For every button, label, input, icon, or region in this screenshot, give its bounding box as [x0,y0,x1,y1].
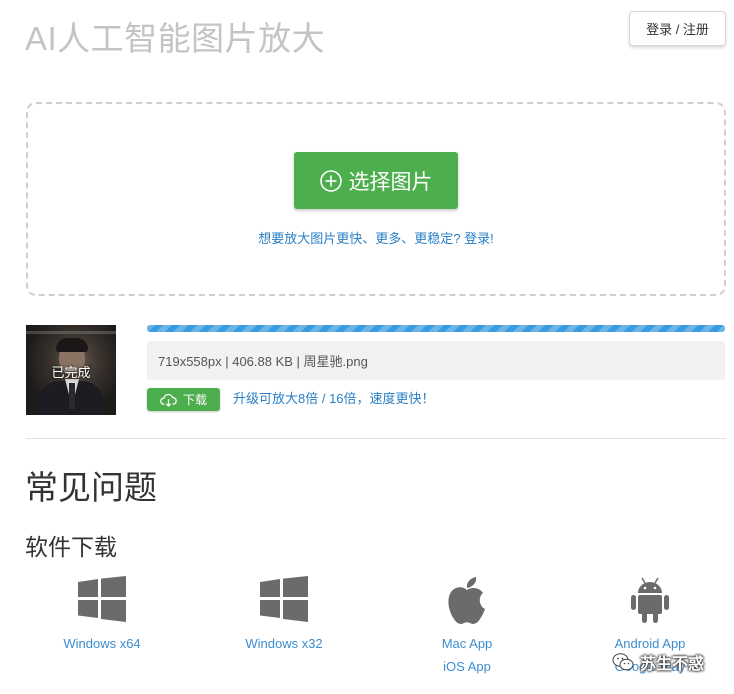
software-download-title: 软件下载 [25,534,117,560]
windows-icon [260,576,308,622]
status-label: 已完成 [51,365,91,380]
android-icon [631,577,669,623]
select-image-label: 选择图片 [348,170,433,194]
select-image-button[interactable]: 选择图片 [294,152,458,209]
windows-x64-link[interactable]: Windows x64 [27,632,177,655]
result-thumbnail: 已完成 [26,325,116,415]
faq-title: 常见问题 [25,469,157,506]
login-hint-link[interactable]: 想要放大图片更快、更多、更稳定? 登录! [28,228,724,247]
file-info: 719x558px | 406.88 KB | 周星驰.png [147,341,725,380]
download-apple: Mac App iOS App [392,576,542,678]
windows-x32-link[interactable]: Windows x32 [209,632,359,655]
progress-bar [147,325,725,332]
wechat-icon [612,653,634,671]
app-title: AI人工智能图片放大 [25,20,326,57]
ios-app-link[interactable]: iOS App [392,655,542,678]
download-windows-x32: Windows x32 [209,576,359,655]
download-windows-x64: Windows x64 [27,576,177,655]
plus-circle-icon [319,169,342,192]
download-button[interactable]: 下载 [147,388,220,411]
upgrade-link[interactable]: 升级可放大8倍 / 16倍，速度更快！ [233,388,435,407]
apple-icon [448,577,485,624]
divider [26,438,726,439]
windows-icon [78,576,126,622]
watermark: 苏生不惑 [612,647,704,677]
mac-app-link[interactable]: Mac App [392,632,542,655]
download-label: 下载 [182,393,207,407]
login-register-button[interactable]: 登录 / 注册 [629,11,726,46]
upload-drop-zone[interactable]: 选择图片 想要放大图片更快、更多、更稳定? 登录! [26,102,726,296]
watermark-text: 苏生不惑 [640,656,705,673]
cloud-download-icon [160,393,177,407]
